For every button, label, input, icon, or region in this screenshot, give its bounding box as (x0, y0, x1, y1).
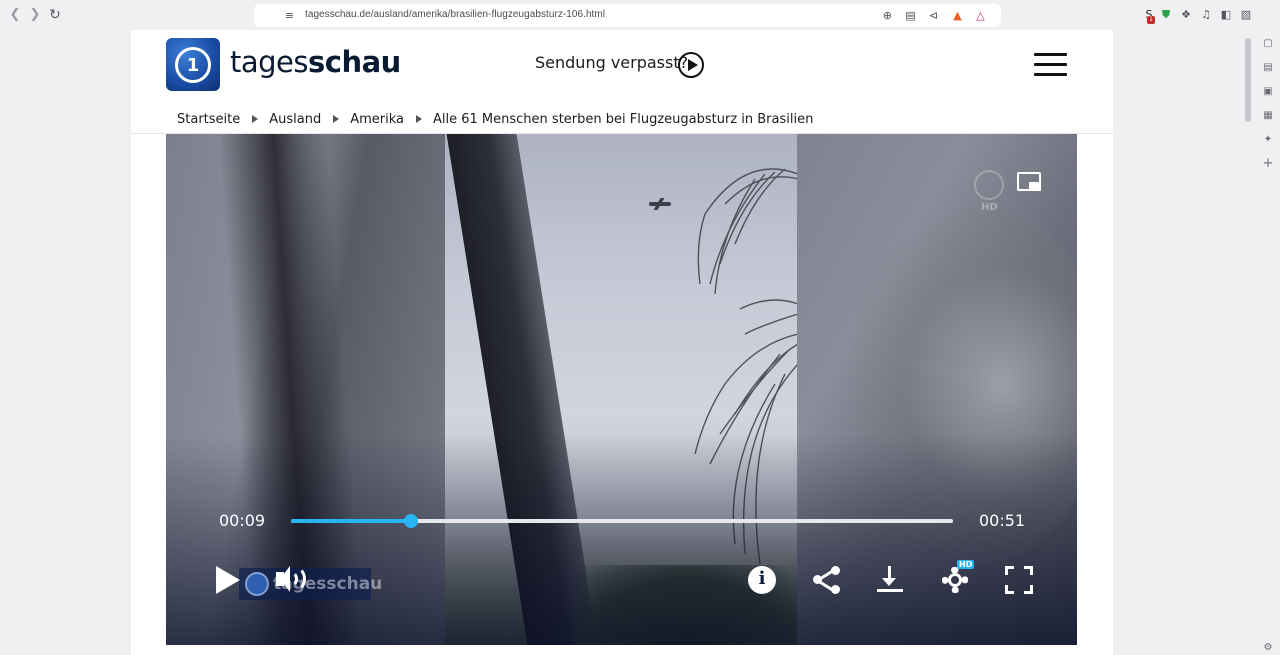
extension-badge: 1 (1147, 16, 1155, 24)
current-time: 00:09 (219, 511, 266, 530)
zoom-icon[interactable]: ⊕ (881, 9, 894, 22)
page-scrollbar[interactable] (1245, 38, 1251, 122)
brand-wordmark[interactable]: tagesschau (230, 45, 401, 79)
logo-one-glyph: 1 (186, 55, 200, 76)
url-text[interactable]: tagesschau.de/ausland/amerika/brasilien-… (305, 9, 605, 20)
breadcrumb-startseite[interactable]: Startseite (177, 112, 240, 127)
music-icon[interactable]: ♫ (1199, 8, 1213, 22)
breadcrumb-amerika[interactable]: Amerika (350, 112, 404, 127)
hd-watermark-label: HD (981, 202, 998, 213)
controls-gradient (166, 434, 1077, 645)
breadcrumb-ausland[interactable]: Ausland (269, 112, 321, 127)
speaker-icon[interactable] (274, 564, 306, 596)
sidebar-save-icon[interactable]: ▣ (1262, 86, 1274, 98)
logo-ring: 1 (175, 47, 211, 83)
breadcrumb: Startseite Ausland Amerika Alle 61 Mensc… (177, 110, 813, 128)
progress-fill (291, 519, 412, 523)
gear-icon[interactable]: HD (939, 560, 975, 596)
breadcrumb-arrow-icon (252, 115, 259, 123)
sidebar-camera-icon[interactable]: ▢ (1262, 38, 1274, 50)
duration: 00:51 (979, 511, 1026, 530)
sidebar-add-icon[interactable]: + (1262, 157, 1274, 170)
share-page-icon[interactable]: ⊲ (927, 9, 940, 22)
brand-regular: tages (230, 45, 309, 79)
play-icon[interactable] (678, 52, 704, 78)
download-icon[interactable] (875, 564, 907, 596)
forward-icon[interactable]: ❯ (27, 7, 43, 23)
reload-icon[interactable]: ↻ (47, 7, 63, 23)
brave-shield-icon[interactable]: ▲ (951, 9, 964, 22)
browser-toolbar: ❮ ❯ ↻ ☐ ≡ tagesschau.de/ausland/amerika/… (0, 0, 1280, 30)
reader-mode-icon[interactable]: ▤ (904, 9, 917, 22)
progress-bar[interactable] (291, 514, 953, 528)
site-settings-icon[interactable]: ≡ (283, 9, 296, 22)
sidebar-toggle-icon[interactable]: ◧ (1219, 8, 1233, 22)
puzzle-icon[interactable]: ❖ (1179, 8, 1193, 22)
share-icon[interactable] (811, 564, 843, 596)
settings-hd-badge: HD (957, 560, 975, 569)
wallet-icon[interactable]: ▧ (1239, 8, 1253, 22)
brand-bold: schau (308, 45, 401, 79)
channel-watermark-icon (974, 170, 1004, 200)
sidebar-ai-icon[interactable]: ✦ (1262, 134, 1274, 146)
sendung-verpasst-link[interactable]: Sendung verpasst? (535, 53, 688, 72)
play-button[interactable] (212, 564, 244, 596)
sidebar-settings-icon[interactable]: ⚙ (1262, 642, 1274, 654)
info-icon[interactable] (748, 566, 776, 594)
fullscreen-icon[interactable] (1003, 564, 1035, 596)
brave-rewards-icon[interactable]: △ (974, 9, 987, 22)
back-icon[interactable]: ❮ (7, 7, 23, 23)
watermark-logo-icon (245, 572, 269, 596)
breadcrumb-arrow-icon (333, 115, 340, 123)
tagesschau-logo[interactable]: 1 (166, 38, 220, 91)
hamburger-icon[interactable] (1034, 53, 1067, 77)
sidebar-wallet-icon[interactable]: ▤ (1262, 62, 1274, 74)
video-player[interactable]: HD 00:09 00:51 tagesschau HD (166, 134, 1077, 645)
sidebar-reading-list-icon[interactable]: ▦ (1262, 110, 1274, 122)
airplane-shape (649, 202, 671, 206)
browser-sidebar: ▢ ▤ ▣ ▦ ✦ + ⚙ (1256, 30, 1280, 655)
shield-extension-icon[interactable]: ⛊ (1159, 8, 1173, 22)
breadcrumb-arrow-icon (416, 115, 423, 123)
breadcrumb-current: Alle 61 Menschen sterben bei Flugzeugabs… (433, 111, 814, 127)
picture-in-picture-icon[interactable] (1017, 172, 1041, 191)
address-bar[interactable]: ≡ tagesschau.de/ausland/amerika/brasilie… (254, 4, 1001, 27)
